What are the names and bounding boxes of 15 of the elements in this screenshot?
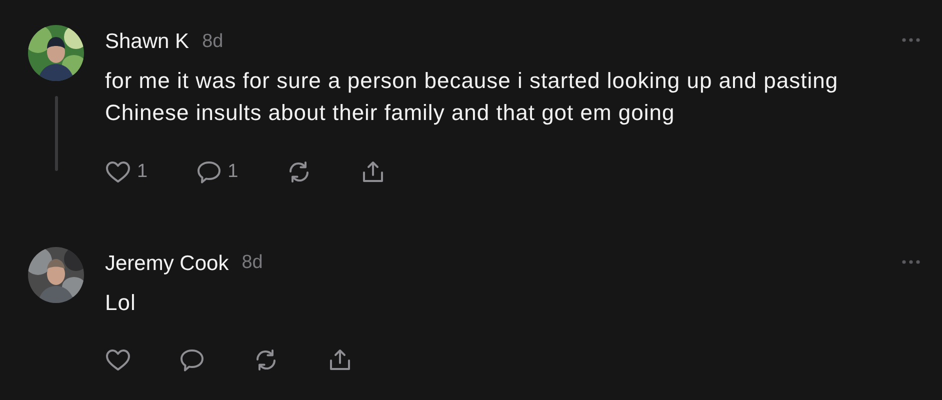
- post-text: Lol: [105, 288, 137, 316]
- heart-icon[interactable]: [105, 160, 131, 184]
- heart-icon[interactable]: [105, 348, 131, 372]
- action-count: 1: [228, 160, 238, 184]
- comment-icon[interactable]: [196, 160, 222, 184]
- comment-icon[interactable]: [179, 348, 205, 372]
- author-name[interactable]: Jeremy Cook: [105, 248, 229, 280]
- post-time: 8d: [202, 30, 224, 54]
- post-time: 8d: [242, 251, 263, 276]
- action-count: 1: [137, 160, 148, 184]
- share-icon[interactable]: [327, 348, 353, 372]
- more-icon[interactable]: [902, 260, 920, 264]
- author-name[interactable]: Shawn K: [105, 26, 190, 58]
- more-icon[interactable]: [902, 38, 920, 42]
- post-text: for me it was for sure a person because i started looking up and pasting Chinese insults about their family and that got em going: [105, 67, 840, 127]
